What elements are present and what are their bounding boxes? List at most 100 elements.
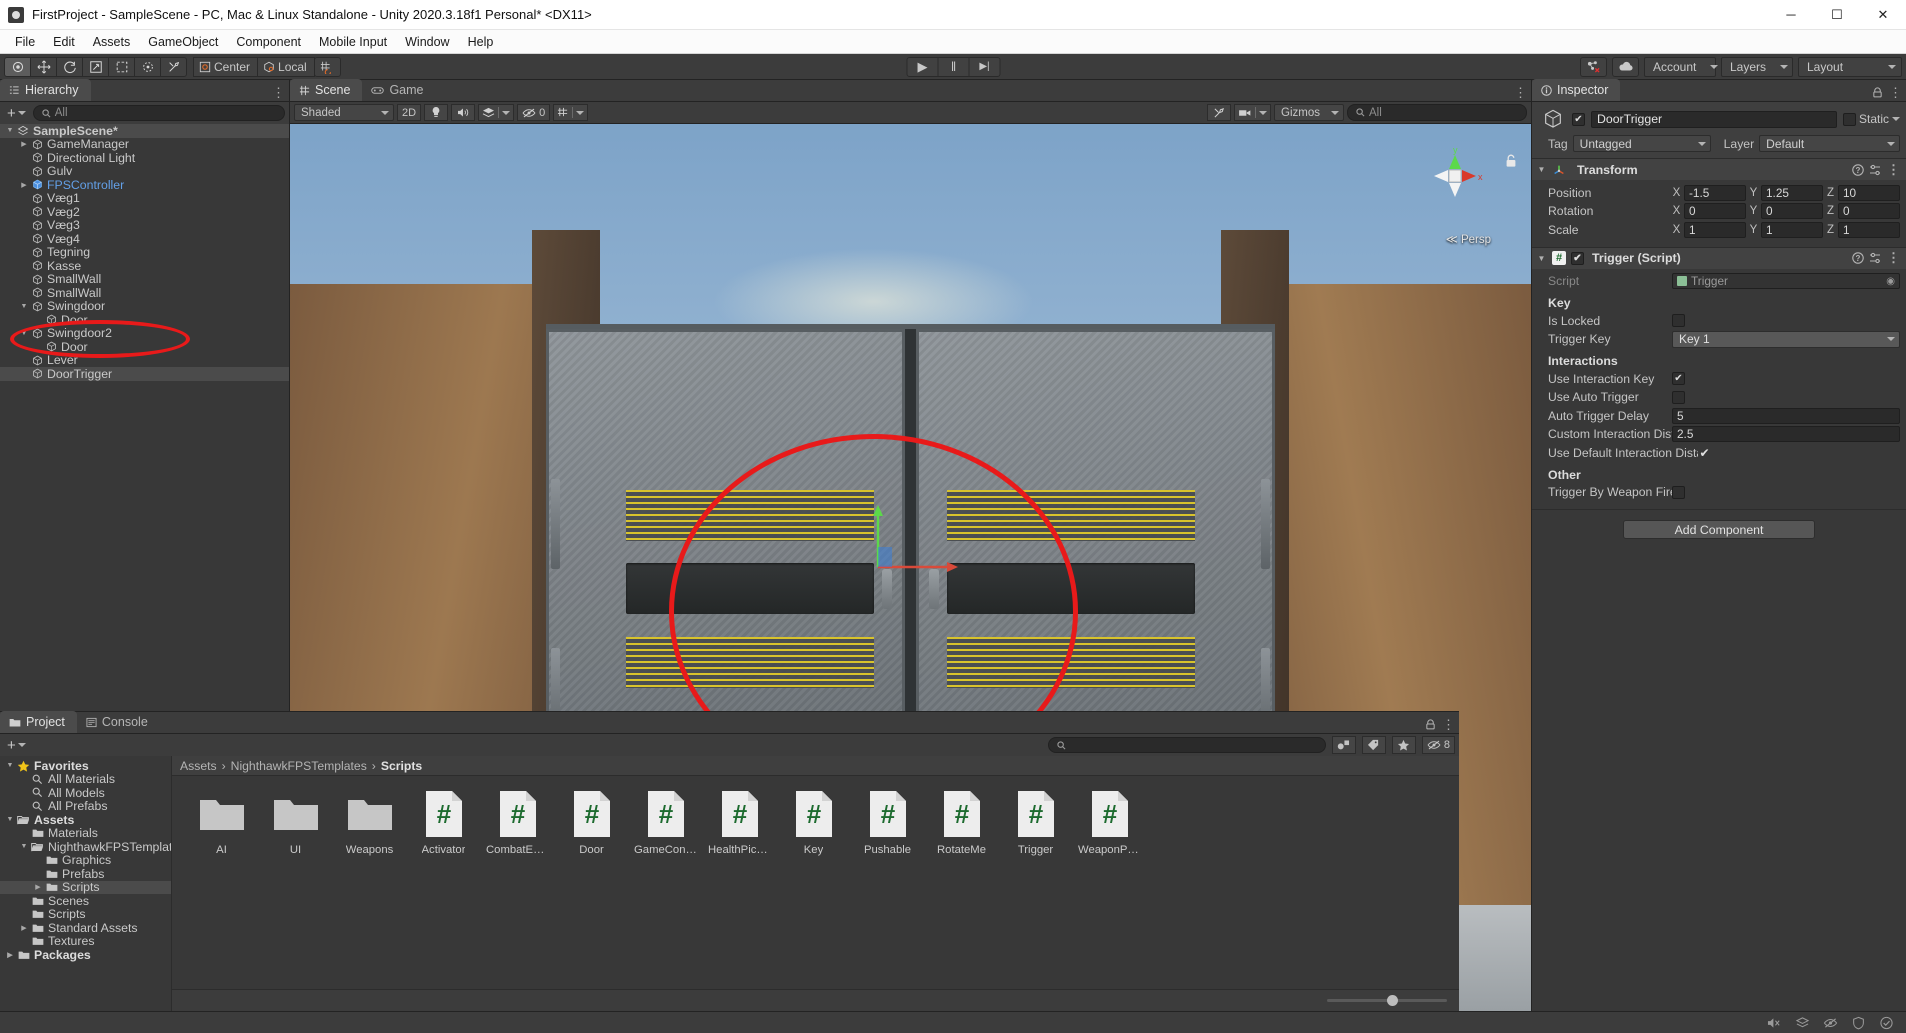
hierarchy-item-lever[interactable]: Lever bbox=[0, 354, 289, 368]
scale-y-input[interactable]: 1 bbox=[1761, 222, 1823, 238]
hierarchy-item-directional-light[interactable]: Directional Light bbox=[0, 151, 289, 165]
cloud-icon[interactable] bbox=[1612, 57, 1639, 77]
custom-tool-icon[interactable] bbox=[160, 57, 187, 77]
menu-item-file[interactable]: File bbox=[6, 32, 44, 52]
asset-item[interactable]: #RotateMe bbox=[930, 788, 993, 856]
preset-icon[interactable] bbox=[1869, 252, 1882, 264]
step-button[interactable]: ▶| bbox=[969, 57, 1001, 77]
scene-menu-icon[interactable]: ⋮ bbox=[1514, 88, 1527, 98]
pivot-mode-button[interactable]: Center bbox=[193, 57, 258, 77]
asset-item[interactable]: #HealthPick... bbox=[708, 788, 771, 856]
trigger-enabled-checkbox[interactable]: ✔ bbox=[1571, 252, 1584, 265]
account-dropdown[interactable]: Account bbox=[1644, 57, 1716, 77]
is-locked-checkbox[interactable] bbox=[1672, 314, 1685, 327]
hierarchy-item-v-g2[interactable]: Væg2 bbox=[0, 205, 289, 219]
hierarchy-item-door[interactable]: Door bbox=[0, 340, 289, 354]
tab-inspector[interactable]: Inspector bbox=[1532, 79, 1620, 101]
expand-triangle-icon[interactable]: ▼ bbox=[4, 127, 16, 134]
expand-triangle-icon[interactable]: ▶ bbox=[18, 924, 30, 932]
layers-dropdown[interactable]: Layers bbox=[1721, 57, 1793, 77]
scene-search-input[interactable]: All bbox=[1347, 104, 1527, 121]
hierarchy-item-kasse[interactable]: Kasse bbox=[0, 259, 289, 273]
position-y-input[interactable]: 1.25 bbox=[1761, 185, 1823, 201]
project-tree-item-nighthawkfpstemplates[interactable]: ▼NighthawkFPSTemplates bbox=[0, 840, 171, 854]
project-tree-item-prefabs[interactable]: Prefabs bbox=[0, 867, 171, 881]
hierarchy-item-smallwall[interactable]: SmallWall bbox=[0, 273, 289, 287]
hidden-packages-toggle[interactable]: 8 bbox=[1422, 736, 1455, 754]
mute-icon[interactable] bbox=[1767, 1016, 1782, 1030]
object-enabled-checkbox[interactable]: ✔ bbox=[1572, 113, 1585, 126]
hierarchy-item-v-g3[interactable]: Væg3 bbox=[0, 219, 289, 233]
project-tree-item-all-prefabs[interactable]: All Prefabs bbox=[0, 800, 171, 814]
rotation-x-input[interactable]: 0 bbox=[1684, 203, 1746, 219]
eye-off-icon[interactable] bbox=[1823, 1016, 1838, 1030]
layers-status-icon[interactable] bbox=[1795, 1016, 1810, 1030]
project-tree-item-assets[interactable]: ▼Assets bbox=[0, 813, 171, 827]
fx-dropdown-icon[interactable] bbox=[478, 104, 514, 121]
move-gizmo[interactable] bbox=[852, 505, 972, 625]
project-tree-item-all-materials[interactable]: All Materials bbox=[0, 773, 171, 787]
breadcrumb-segment[interactable]: NighthawkFPSTemplates bbox=[231, 759, 367, 773]
trigger-by-weapon-fire-checkbox[interactable] bbox=[1672, 486, 1685, 499]
expand-triangle-icon[interactable]: ▼ bbox=[18, 330, 30, 337]
asset-item[interactable]: #CombatEnt... bbox=[486, 788, 549, 856]
custom-interaction-distance-input[interactable]: 2.5 bbox=[1672, 426, 1900, 442]
asset-grid[interactable]: AIUIWeapons#Activator#CombatEnt...#Door#… bbox=[172, 776, 1459, 989]
menu-item-assets[interactable]: Assets bbox=[84, 32, 140, 52]
tab-project[interactable]: Project bbox=[0, 711, 77, 733]
project-tree-item-scripts[interactable]: ▶Scripts bbox=[0, 881, 171, 895]
use-default-interaction-distance-checkbox[interactable]: ✔ bbox=[1698, 446, 1711, 459]
lock-icon[interactable] bbox=[1425, 719, 1436, 730]
favorites-star-icon[interactable] bbox=[1392, 736, 1416, 754]
asset-item[interactable]: #Door bbox=[560, 788, 623, 856]
project-search-input[interactable] bbox=[1048, 737, 1326, 753]
collapse-triangle-icon[interactable]: ▼ bbox=[1536, 254, 1547, 263]
breadcrumb[interactable]: Assets›NighthawkFPSTemplates›Scripts bbox=[172, 756, 1459, 776]
hand-tool-icon[interactable] bbox=[4, 57, 31, 77]
expand-triangle-icon[interactable]: ▼ bbox=[4, 816, 16, 823]
asset-zoom-slider[interactable] bbox=[1327, 999, 1447, 1002]
scale-x-input[interactable]: 1 bbox=[1684, 222, 1746, 238]
search-by-type-icon[interactable] bbox=[1332, 736, 1356, 754]
tab-game[interactable]: Game bbox=[362, 79, 435, 101]
project-tree-item-textures[interactable]: Textures bbox=[0, 935, 171, 949]
hierarchy-search-input[interactable]: All bbox=[33, 105, 285, 121]
hierarchy-menu-icon[interactable]: ⋮ bbox=[272, 88, 285, 98]
project-tree-item-packages[interactable]: ▶Packages bbox=[0, 948, 171, 962]
hidden-objects-toggle[interactable]: 0 bbox=[517, 104, 550, 121]
shading-mode-dropdown[interactable]: Shaded bbox=[294, 104, 394, 121]
grid-visibility-dropdown[interactable] bbox=[553, 104, 588, 121]
scene-tools-icon[interactable] bbox=[1207, 104, 1231, 121]
minimize-button[interactable]: ─ bbox=[1768, 0, 1814, 30]
add-component-button[interactable]: Add Component bbox=[1623, 520, 1815, 539]
close-button[interactable]: ✕ bbox=[1860, 0, 1906, 30]
lighting-toggle-icon[interactable] bbox=[424, 104, 448, 121]
auto-trigger-delay-input[interactable]: 5 bbox=[1672, 408, 1900, 424]
layout-dropdown[interactable]: Layout bbox=[1798, 57, 1902, 77]
scale-z-input[interactable]: 1 bbox=[1838, 222, 1900, 238]
rotate-tool-icon[interactable] bbox=[56, 57, 83, 77]
breadcrumb-segment[interactable]: Scripts bbox=[381, 759, 422, 773]
play-button[interactable]: ▶ bbox=[907, 57, 939, 77]
use-interaction-key-checkbox[interactable]: ✔ bbox=[1672, 372, 1685, 385]
move-tool-icon[interactable] bbox=[30, 57, 57, 77]
hierarchy-item-doortrigger[interactable]: DoorTrigger bbox=[0, 367, 289, 381]
expand-triangle-icon[interactable]: ▼ bbox=[18, 303, 30, 310]
hierarchy-item-gamemanager[interactable]: ▶GameManager bbox=[0, 138, 289, 152]
transform-menu-icon[interactable]: ⋮ bbox=[1887, 165, 1900, 175]
project-tree-item-graphics[interactable]: Graphics bbox=[0, 854, 171, 868]
grid-snap-icon[interactable] bbox=[314, 57, 341, 77]
menu-item-window[interactable]: Window bbox=[396, 32, 458, 52]
trigger-key-dropdown[interactable]: Key 1 bbox=[1672, 331, 1900, 348]
asset-item[interactable]: Weapons bbox=[338, 788, 401, 856]
camera-settings-dropdown[interactable] bbox=[1234, 104, 1271, 121]
project-tree-item-all-models[interactable]: All Models bbox=[0, 786, 171, 800]
trigger-header[interactable]: ▼ # ✔ Trigger (Script) ? ⋮ bbox=[1532, 248, 1906, 269]
expand-triangle-icon[interactable]: ▶ bbox=[18, 140, 30, 148]
pause-button[interactable]: ‖ bbox=[938, 57, 970, 77]
hierarchy-item-v-g1[interactable]: Væg1 bbox=[0, 192, 289, 206]
asset-item[interactable]: #Trigger bbox=[1004, 788, 1067, 856]
layer-dropdown[interactable]: Default bbox=[1759, 135, 1900, 152]
hierarchy-item-smallwall[interactable]: SmallWall bbox=[0, 286, 289, 300]
gizmos-dropdown[interactable]: Gizmos bbox=[1274, 104, 1344, 121]
